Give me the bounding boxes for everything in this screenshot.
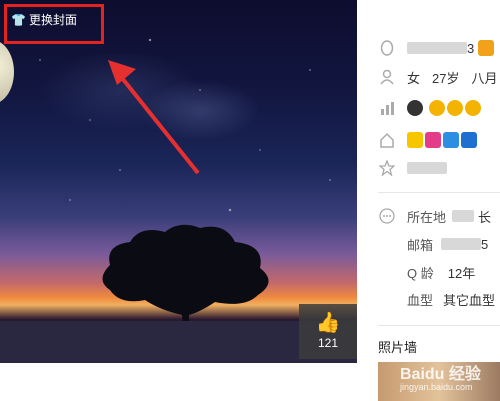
location-label: 所在地 <box>407 209 447 225</box>
email-row: 邮箱 5 <box>357 232 500 256</box>
qage-value: 12年 <box>447 265 476 281</box>
blood-value: 其它血型 <box>443 292 496 308</box>
age: 27岁 <box>432 70 460 86</box>
blurred-location <box>452 210 475 222</box>
annotation-arrow <box>108 60 200 175</box>
name-suffix: 3 <box>467 40 475 56</box>
blurred-email <box>441 238 482 250</box>
location-row: 所在地 长 <box>357 204 500 228</box>
star-service-icon[interactable] <box>407 132 423 148</box>
diamond-service-icon[interactable] <box>461 132 477 148</box>
camera-service-icon[interactable] <box>443 132 459 148</box>
profile-level-row <box>357 96 500 120</box>
email-label: 邮箱 <box>407 237 434 253</box>
email-value: 5 <box>481 236 489 252</box>
change-cover-button[interactable]: 👕 更换封面 <box>4 4 104 44</box>
home-icon <box>377 130 397 150</box>
blood-label: 血型 <box>407 292 434 308</box>
profile-star-row <box>357 156 500 180</box>
profile-services-row <box>357 128 500 152</box>
photo-wall-title: 照片墙 <box>378 340 418 355</box>
blurred-name <box>407 42 467 54</box>
qage-row: Q 龄 12年 <box>357 260 500 284</box>
sun-level-icon <box>447 100 463 116</box>
divider <box>378 192 500 193</box>
sun-level-icon <box>465 100 481 116</box>
more-icon <box>377 206 397 226</box>
qage-label: Q 龄 <box>407 265 434 281</box>
blurred-info <box>407 162 447 174</box>
birthday-month: 八月 <box>471 70 498 86</box>
baidu-watermark: Baidu 经验 jingyan.baidu.com <box>400 360 500 401</box>
change-cover-label: 更换封面 <box>28 13 77 27</box>
thumb-up-icon: 👍 <box>315 312 341 334</box>
watermark-text: Baidu 经验 <box>400 366 481 383</box>
star-icon <box>377 158 397 178</box>
shirt-icon: 👕 <box>11 13 26 27</box>
sun-level-icon <box>429 100 445 116</box>
person-icon <box>377 67 397 87</box>
divider <box>378 325 500 326</box>
watermark-url: jingyan.baidu.com <box>400 382 473 392</box>
app-service-icon[interactable] <box>425 132 441 148</box>
profile-basic-row: 女 27岁 八月 <box>357 65 500 89</box>
location-value: 长 <box>478 209 492 225</box>
profile-name-row: 3 <box>357 36 500 60</box>
vip-badge-icon <box>478 40 495 56</box>
like-button[interactable]: 👍 121 <box>299 304 357 359</box>
gender: 女 <box>407 70 421 86</box>
like-count: 121 <box>317 336 339 350</box>
level-chart-icon <box>377 98 397 118</box>
penguin-level-icon <box>407 100 423 116</box>
qq-penguin-icon <box>377 38 397 58</box>
blood-row: 血型 其它血型 <box>357 287 500 311</box>
